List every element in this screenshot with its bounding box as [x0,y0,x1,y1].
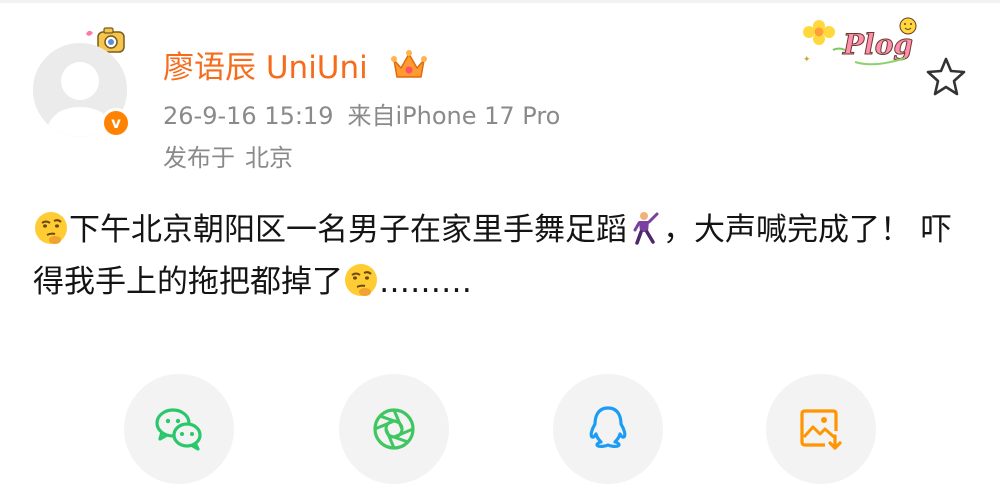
username[interactable]: 廖语辰 UniUni [163,48,368,88]
post-text: 下午北京朝阳区一名男子在家里手舞足蹈 ，大声喊完成了！ 吓得我手上的拖把都掉了 … [33,204,968,308]
save-image-icon [800,409,842,450]
weibo-post-card: v 廖语辰 UniUni 26-9-16 15:19 来自iPhone 17 Pr… [0,0,1000,494]
thinking-face-emoji [33,210,69,246]
post-text-part3: ……… [379,264,472,300]
share-wechat-button[interactable] [124,374,234,484]
location-prefix: 发布于 [163,144,235,172]
save-image-button[interactable] [766,374,876,484]
post-location: 发布于 北京 [163,142,293,174]
dancing-man-emoji [627,210,663,246]
post-text-part1: 下午北京朝阳区一名男子在家里手舞足蹈 [69,212,627,248]
flower-icon [803,20,846,51]
verified-badge: v [101,108,131,138]
share-qq-button[interactable] [553,374,663,484]
location-name: 北京 [245,144,293,172]
post-meta: 26-9-16 15:19 来自iPhone 17 Pro [163,100,560,132]
svg-text:✦: ✦ [803,55,811,65]
thinking-face-emoji [343,262,379,298]
moments-icon [373,408,415,450]
star-icon[interactable] [925,56,967,96]
wechat-icon [155,408,202,451]
plog-badge: Plog ✦ [803,17,917,66]
post-datetime: 26-9-16 15:19 [163,102,334,130]
post-source: 来自iPhone 17 Pro [347,102,561,130]
top-divider [0,0,1000,3]
qq-icon [589,406,627,449]
crown-icon [391,50,427,78]
share-moments-button[interactable] [339,374,449,484]
plog-text: Plog [842,28,913,61]
